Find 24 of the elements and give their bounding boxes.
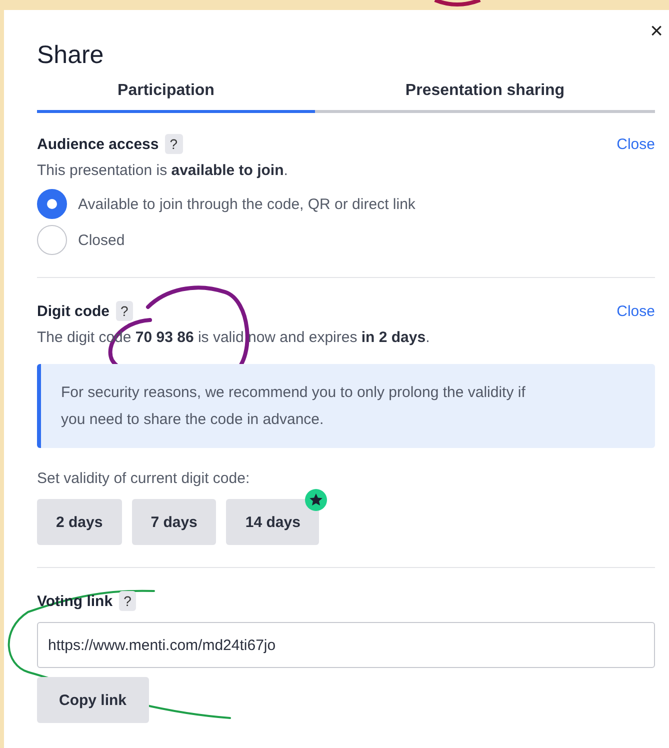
help-icon[interactable]: ?	[116, 301, 134, 321]
radio-icon[interactable]	[37, 225, 67, 255]
close-button[interactable]: ×	[646, 18, 667, 44]
validity-button[interactable]: 7 days	[132, 499, 216, 545]
radio-icon[interactable]	[37, 189, 67, 219]
section-heading: Digit code	[37, 302, 110, 320]
link-field[interactable]: https://www.menti.com/md24ti67jo	[37, 622, 655, 668]
radio-option[interactable]: Closed	[37, 225, 655, 255]
dialog-title: Share	[37, 40, 105, 70]
help-icon[interactable]: ?	[118, 591, 136, 611]
annotation-mark	[434, 0, 481, 6]
validity-label: Set validity of current digit code:	[37, 470, 251, 487]
validity-button[interactable]: 14 days	[226, 499, 320, 545]
tab[interactable]: Participation	[37, 78, 315, 113]
close-link[interactable]: Close	[616, 136, 655, 152]
section-heading: Audience access	[37, 136, 159, 152]
help-icon[interactable]: ?	[164, 134, 183, 154]
copy-link-button[interactable]: Copy link	[37, 677, 149, 723]
section-description: This presentation is available to join.	[37, 162, 289, 179]
notice-box: For security reasons, we recommend you to only prolong the validity if you need to share the code in advance.	[37, 364, 655, 448]
tab[interactable]: Presentation sharing	[315, 78, 655, 113]
validity-button[interactable]: 2 days	[37, 499, 122, 545]
close-link[interactable]: Close	[616, 302, 655, 320]
radio-option[interactable]: Available to join through the code, QR or direct link	[37, 189, 655, 219]
